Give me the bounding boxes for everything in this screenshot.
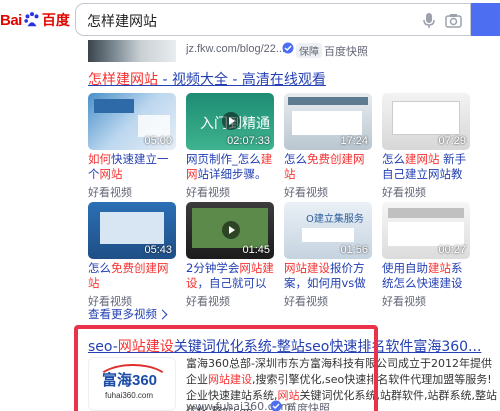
video-source: 好看视频 [186,295,230,308]
title-part: 怎么 [88,261,111,275]
guarantee-tag[interactable]: 保障 [296,43,322,58]
video-source: 好看视频 [382,295,426,308]
video-card[interactable]: 00:27 使用自助建站系统怎么快速建设网站 好看视频 [382,202,470,309]
title-part: 怎么 [284,152,307,166]
video-thumbnail: 17:24 [284,93,372,150]
title-part: 使用自助 [382,261,428,275]
thumb-graphic [392,101,460,135]
video-duration: 00:27 [438,244,466,256]
video-duration: 07:29 [438,135,466,147]
title-rest: - 视频大全 - 高清在线观看 [158,72,326,88]
thumb-caption: O建立集服务 [306,214,364,225]
video-card[interactable]: 05:43 怎么免费创建网站 好看视频 [88,202,176,309]
microphone-icon[interactable] [422,12,436,29]
video-thumbnail: O建立集服务 01:56 [284,202,372,259]
thumb-graphic [138,115,170,137]
title-part: 建站 [428,261,451,275]
video-thumbnail: 入门到精通 02:07:33 [186,93,274,150]
video-duration: 05:00 [144,135,172,147]
title-part: ，自己就可以做网站 [197,276,267,290]
result-thumbnail[interactable] [88,40,176,62]
video-title: 怎么免费创建网站 [284,152,372,182]
video-duration: 05:43 [144,244,172,256]
more-videos-link[interactable]: 查看更多视频 [88,306,168,322]
title-part: 网站建设 [284,261,330,275]
video-source: 好看视频 [88,186,132,199]
thumb-graphic [388,222,464,246]
video-title: 使用自助建站系统怎么快速建设网站 [382,261,470,291]
title-part: 2分钟学会 [186,261,240,275]
video-duration: 01:45 [242,244,270,256]
video-thumbnail: 07:29 [382,93,470,150]
title-part: 站详细步骤。网... [197,167,267,181]
video-thumbnail: 01:45 [186,202,274,259]
camera-icon[interactable] [445,13,462,28]
paw-icon [24,12,39,27]
chevron-right-icon [157,309,168,320]
search-input[interactable]: 怎样建网站 [75,3,471,36]
video-card[interactable]: 07:29 怎么建网站 新手自己建立网站教程 好看视频 [382,93,470,200]
video-thumbnail: 00:27 [382,202,470,259]
video-card[interactable]: 05:00 如何快速建立一个网站 好看视频 [88,93,176,200]
result-url[interactable]: jz.fkw.com/blog/22... [186,43,285,55]
thumb-graphic [292,111,362,135]
title-part: 免费 [111,261,134,275]
video-thumbnail: 05:43 [88,202,176,259]
video-thumbnail: 05:00 [88,93,176,150]
more-videos-label: 查看更多视频 [88,307,157,321]
verified-badge-icon [282,42,294,54]
video-title: 怎么建网站 新手自己建立网站教程 [382,152,470,182]
search-button[interactable] [471,3,500,36]
thumb-graphic [94,99,134,113]
title-part: 网页制作_怎么 [186,152,261,166]
title-highlight: 建网站 [116,72,158,88]
baidu-logo[interactable]: Bai 百度 [0,9,70,31]
video-card[interactable]: O建立集服务 01:56 网站建设报价方案，如何用vs做网站。 好看视频 [284,202,372,309]
logo-text-du: 百度 [41,13,70,29]
video-source: 好看视频 [284,186,328,199]
play-icon [222,112,240,130]
logo-text-bai: Bai [0,11,22,29]
video-title: 网页制作_怎么建网站详细步骤。网... [186,152,274,182]
thumb-graphic [100,212,164,244]
video-card[interactable]: 17:24 怎么免费创建网站 好看视频 [284,93,372,200]
thumb-graphic [302,228,354,242]
video-source: 好看视频 [186,186,230,199]
title-part: 建网站 [405,152,440,166]
video-source: 好看视频 [284,295,328,308]
video-duration: 01:56 [340,244,368,256]
snapshot-link[interactable]: 百度快照 [324,43,368,59]
thumb-graphic [388,208,464,218]
video-title: 网站建设报价方案，如何用vs做网站。 [284,261,372,291]
thumb-graphic [288,97,368,105]
play-icon [222,221,240,239]
video-title: 如何快速建立一个网站 [88,152,176,182]
title-part: 免费 [307,152,330,166]
title-part: 怎么 [382,152,405,166]
video-section-title[interactable]: 怎样建网站 - 视频大全 - 高清在线观看 [88,69,326,89]
highlight-annotation-box [74,325,378,411]
thumbnail-image [88,40,176,62]
title-part: 如何 [88,152,111,166]
video-card[interactable]: 入门到精通 02:07:33 网页制作_怎么建网站详细步骤。网... 好看视频 [186,93,274,200]
search-query: 怎样建网站 [87,14,157,30]
video-card[interactable]: 01:45 2分钟学会网站建设，自己就可以做网站 好看视频 [186,202,274,309]
video-title: 怎么免费创建网站 [88,261,176,291]
top-bar: Bai 百度 怎样建网站 [0,0,500,40]
video-duration: 17:24 [340,135,368,147]
video-duration: 02:07:33 [227,135,270,147]
video-source: 好看视频 [382,186,426,199]
video-title: 2分钟学会网站建设，自己就可以做网站 [186,261,274,291]
title-part: 网站 [99,167,123,181]
title-prefix: 怎样 [88,72,116,88]
